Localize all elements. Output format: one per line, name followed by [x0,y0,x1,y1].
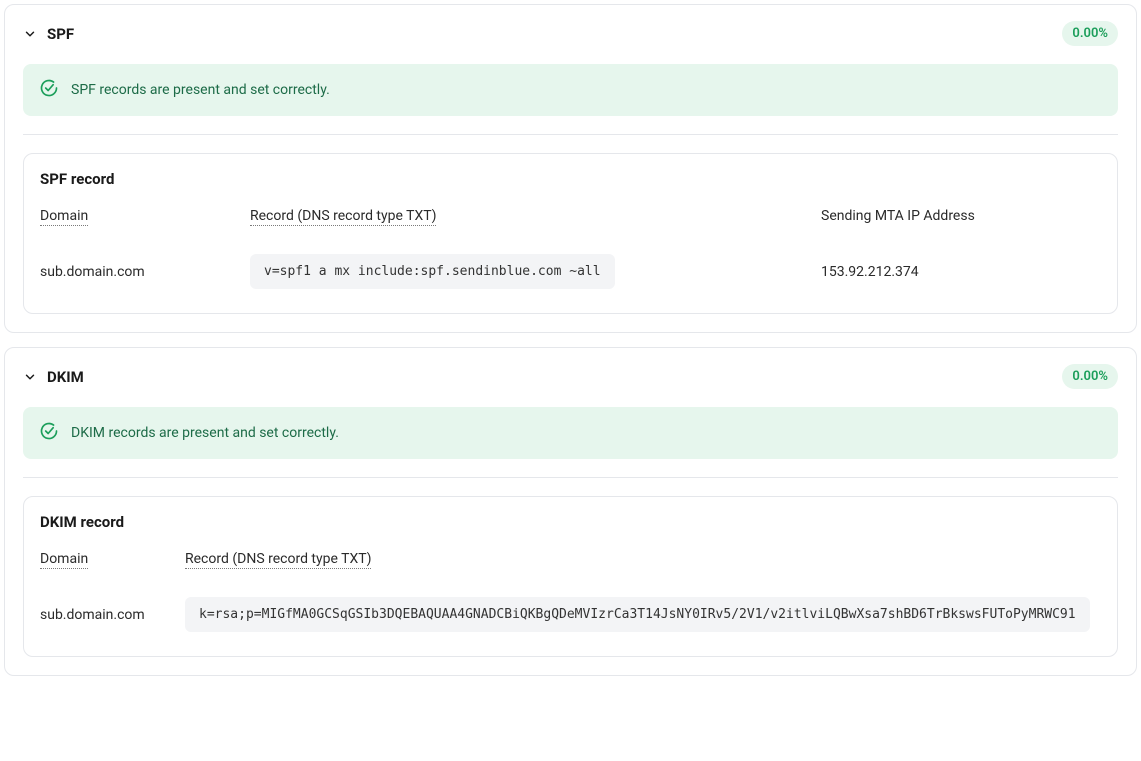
spf-domain-value: sub.domain.com [40,248,250,295]
dkim-card-title: DKIM record [40,513,185,551]
dkim-record-value[interactable]: k=rsa;p=MIGfMA0GCSqGSIb3DQEBAQUAA4GNADCB… [185,597,1090,632]
check-circle-icon [39,78,59,102]
spf-title: SPF [47,25,74,43]
spf-alert-text: SPF records are present and set correctl… [71,82,330,98]
check-circle-icon [39,421,59,445]
spf-panel-header[interactable]: SPF 0.00% [23,21,1118,46]
dkim-table: DKIM record Domain Record (DNS record ty… [40,513,1118,638]
spf-col-record: Record (DNS record type TXT) [250,208,821,248]
spf-table: Domain Record (DNS record type TXT) Send… [40,208,1101,295]
divider [23,477,1118,478]
spf-card-title: SPF record [40,170,1101,188]
spf-record-card: SPF record Domain Record (DNS record typ… [23,153,1118,314]
dkim-table-header: Domain Record (DNS record type TXT) [40,551,1118,591]
dkim-alert-text: DKIM records are present and set correct… [71,425,339,441]
divider [23,134,1118,135]
dkim-alert: DKIM records are present and set correct… [23,407,1118,459]
chevron-down-icon [23,27,37,41]
chevron-down-icon [23,370,37,384]
spf-table-header: Domain Record (DNS record type TXT) Send… [40,208,1101,248]
spf-col-ip: Sending MTA IP Address [821,208,1101,248]
dkim-table-row: sub.domain.com k=rsa;p=MIGfMA0GCSqGSIb3D… [40,591,1118,638]
dkim-col-domain: Domain [40,551,185,591]
dkim-col-record: Record (DNS record type TXT) [185,551,1118,591]
spf-record-value[interactable]: v=spf1 a mx include:spf.sendinblue.com ~… [250,254,615,289]
spf-col-domain: Domain [40,208,250,248]
dkim-badge: 0.00% [1062,364,1118,389]
spf-badge: 0.00% [1062,21,1118,46]
spf-record-cell: v=spf1 a mx include:spf.sendinblue.com ~… [250,248,821,295]
dkim-domain-value: sub.domain.com [40,591,185,638]
spf-alert: SPF records are present and set correctl… [23,64,1118,116]
dkim-title: DKIM [47,368,84,386]
dkim-record-cell: k=rsa;p=MIGfMA0GCSqGSIb3DQEBAQUAA4GNADCB… [185,591,1118,638]
spf-ip-value: 153.92.212.374 [821,248,1101,295]
dkim-header-left: DKIM [23,368,84,386]
spf-panel: SPF 0.00% SPF records are present and se… [4,4,1137,333]
dkim-title-row: DKIM record [40,513,1118,551]
spf-table-row: sub.domain.com v=spf1 a mx include:spf.s… [40,248,1101,295]
spf-header-left: SPF [23,25,74,43]
dkim-panel: DKIM 0.00% DKIM records are present and … [4,347,1137,676]
dkim-panel-header[interactable]: DKIM 0.00% [23,364,1118,389]
dkim-record-card[interactable]: DKIM record Domain Record (DNS record ty… [23,496,1118,657]
